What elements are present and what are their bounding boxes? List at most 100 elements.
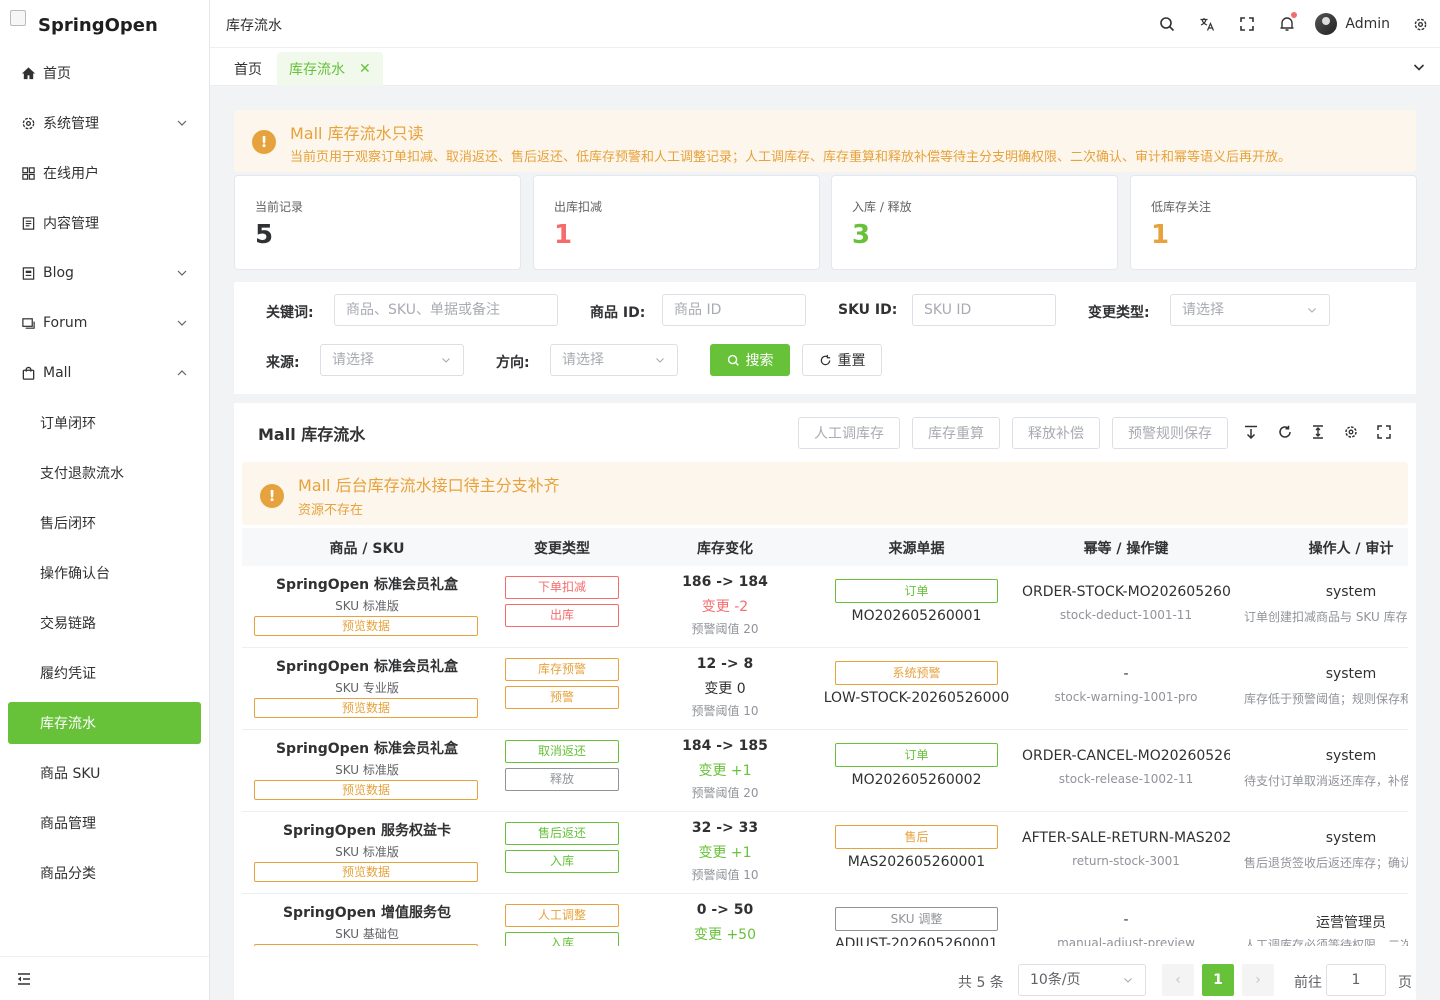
sidebar-sub-stock-flow[interactable]: 库存流水 xyxy=(8,702,201,744)
goto-label: 前往 xyxy=(1294,975,1322,991)
sidebar-item-mall[interactable]: Mall xyxy=(0,348,209,398)
search-button[interactable]: 搜索 xyxy=(710,344,790,376)
release-compensate-button[interactable]: 释放补偿 xyxy=(1012,417,1100,449)
alert-description: 资源不存在 xyxy=(298,503,364,518)
chevron-down-icon xyxy=(177,270,187,276)
close-icon[interactable]: ✕ xyxy=(359,61,371,77)
sidebar-sub-payment-refund[interactable]: 支付退款流水 xyxy=(0,448,209,498)
stat-label: 入库 / 释放 xyxy=(852,200,912,214)
table-row: SpringOpen 增值服务包 SKU 基础包预览数据 人工调整入库 0 -> 50… xyxy=(242,894,1408,946)
user-menu[interactable]: Admin xyxy=(1315,13,1390,35)
stock-change: 12 -> 8 xyxy=(696,656,754,672)
table-row: SpringOpen 标准会员礼盒 SKU 标准版 预览数据 下单扣减 出库 186 ->… xyxy=(242,566,1408,648)
stock-delta: 变更 +50 xyxy=(694,927,756,943)
idempotency-key: ORDER-CANCEL-MO202605260 xyxy=(1022,748,1230,764)
operation-key: manual-adjust-preview xyxy=(1057,936,1195,946)
search-form: 关键词: 商品、SKU、单据或备注 商品 ID: 商品 ID SKU ID: S… xyxy=(234,282,1416,394)
export-icon[interactable] xyxy=(1244,425,1258,439)
stat-value: 1 xyxy=(554,220,573,250)
density-icon[interactable] xyxy=(1311,425,1325,439)
sidebar: SpringOpen 首页 系统管理 在线用户 内容管理 Blog Forum xyxy=(0,0,210,1000)
fullscreen-icon[interactable] xyxy=(1227,0,1267,48)
alert-title: Mall 库存流水只读 xyxy=(290,124,424,143)
direction-select[interactable]: 请选择 xyxy=(550,344,678,376)
pagination: 共 5 条 10条/页 ‹ 1 › 前往 1 页 xyxy=(234,958,1416,998)
sidebar-item-forum[interactable]: Forum xyxy=(0,298,209,348)
product-name: SpringOpen 标准会员礼盒 xyxy=(275,577,459,593)
document-icon xyxy=(20,215,36,231)
sidebar-item-label: Blog xyxy=(43,265,74,281)
sidebar-sub-after-sale[interactable]: 售后闭环 xyxy=(0,498,209,548)
source-number: LOW-STOCK-20260526000 xyxy=(823,690,1010,706)
product-id-input[interactable]: 商品 ID xyxy=(662,294,806,326)
refresh-icon[interactable] xyxy=(1278,425,1292,439)
bell-icon[interactable] xyxy=(1267,0,1307,48)
source-number: MO202605260001 xyxy=(851,608,982,624)
change-type-select[interactable]: 请选择 xyxy=(1170,294,1330,326)
app-name: SpringOpen xyxy=(38,14,158,36)
sidebar-sub-fulfillment[interactable]: 履约凭证 xyxy=(0,648,209,698)
operation-key: stock-warning-1001-pro xyxy=(1054,690,1198,704)
stock-recalc-button[interactable]: 库存重算 xyxy=(912,417,1000,449)
save-warning-rule-button[interactable]: 预警规则保存 xyxy=(1112,417,1228,449)
alert-title: Mall 后台库存流水接口待主分支补齐 xyxy=(298,476,560,495)
column-header: 来源单据 xyxy=(888,541,945,557)
settings-gear-icon[interactable] xyxy=(1404,0,1436,48)
operation-key: stock-release-1002-11 xyxy=(1058,772,1194,786)
logo[interactable]: SpringOpen xyxy=(10,8,158,42)
product-name: SpringOpen 服务权益卡 xyxy=(282,823,452,839)
column-header: 库存变化 xyxy=(697,541,753,557)
column-settings-icon[interactable] xyxy=(1344,425,1358,439)
sidebar-sub-product-category[interactable]: 商品分类 xyxy=(0,848,209,898)
sidebar-item-blog[interactable]: Blog xyxy=(0,248,209,298)
sidebar-item-content[interactable]: 内容管理 xyxy=(0,198,209,248)
idempotency-key: ORDER-STOCK-MO2026052600 xyxy=(1022,584,1230,600)
chevron-down-icon xyxy=(177,320,187,326)
tab-stock-flow[interactable]: 库存流水 ✕ xyxy=(277,52,383,86)
stat-value: 5 xyxy=(255,220,274,250)
tab-home[interactable]: 首页 xyxy=(222,52,274,86)
sidebar-item-label: 系统管理 xyxy=(43,116,99,132)
search-icon[interactable] xyxy=(1147,0,1187,48)
sidebar-menu: 首页 系统管理 在线用户 内容管理 Blog Forum Mall 订单闭环 支… xyxy=(0,48,209,898)
sidebar-collapse-button[interactable] xyxy=(0,956,209,1000)
chevron-down-icon[interactable] xyxy=(1412,60,1426,74)
page-number[interactable]: 1 xyxy=(1202,964,1234,996)
page-size-select[interactable]: 10条/页 xyxy=(1018,964,1146,996)
alert-description: 当前页用于观察订单扣减、取消返还、售后返还、低库存预警和人工调整记录；人工调库存… xyxy=(290,150,1292,165)
chevron-down-icon xyxy=(1308,308,1316,313)
sidebar-item-home[interactable]: 首页 xyxy=(0,48,209,98)
fullscreen-icon[interactable] xyxy=(1377,425,1391,439)
sidebar-sub-product-sku[interactable]: 商品 SKU xyxy=(0,748,209,798)
source-select[interactable]: 请选择 xyxy=(320,344,464,376)
prev-page-button[interactable]: ‹ xyxy=(1162,964,1194,996)
preview-tag: 预览数据 xyxy=(254,944,478,946)
stat-card: 当前记录 5 xyxy=(234,175,521,270)
stat-label: 当前记录 xyxy=(255,200,304,214)
stock-delta: 变更 -2 xyxy=(701,599,749,615)
preview-tag: 预览数据 xyxy=(254,780,478,800)
next-page-button[interactable]: › xyxy=(1242,964,1274,996)
sku-name: SKU 专业版 xyxy=(335,681,399,695)
translate-icon[interactable] xyxy=(1187,0,1227,48)
sidebar-sub-order-loop[interactable]: 订单闭环 xyxy=(0,398,209,448)
sidebar-sub-operation-confirm[interactable]: 操作确认台 xyxy=(0,548,209,598)
goto-page-input[interactable]: 1 xyxy=(1326,964,1386,996)
change-type-label: 变更类型: xyxy=(1088,305,1150,321)
keyword-input[interactable]: 商品、SKU、单据或备注 xyxy=(334,294,558,326)
sidebar-item-online-users[interactable]: 在线用户 xyxy=(0,148,209,198)
blog-icon xyxy=(20,265,36,281)
source-tag: 订单 xyxy=(835,579,998,603)
sku-name: SKU 标准版 xyxy=(335,845,399,859)
sku-id-input[interactable]: SKU ID xyxy=(912,294,1056,326)
manual-adjust-button[interactable]: 人工调库存 xyxy=(798,417,900,449)
sidebar-sub-product-manage[interactable]: 商品管理 xyxy=(0,798,209,848)
sku-id-label: SKU ID: xyxy=(838,302,898,318)
total-count: 共 5 条 xyxy=(958,975,1004,991)
source-number: MAS202605260001 xyxy=(847,854,986,870)
readonly-alert: ! Mall 库存流水只读 当前页用于观察订单扣减、取消返还、售后返还、低库存预… xyxy=(234,110,1416,172)
main-content: ! Mall 库存流水只读 当前页用于观察订单扣减、取消返还、售后返还、低库存预… xyxy=(234,110,1417,1000)
sidebar-item-system[interactable]: 系统管理 xyxy=(0,98,209,148)
reset-button[interactable]: 重置 xyxy=(802,344,882,376)
sidebar-sub-trade-chain[interactable]: 交易链路 xyxy=(0,598,209,648)
